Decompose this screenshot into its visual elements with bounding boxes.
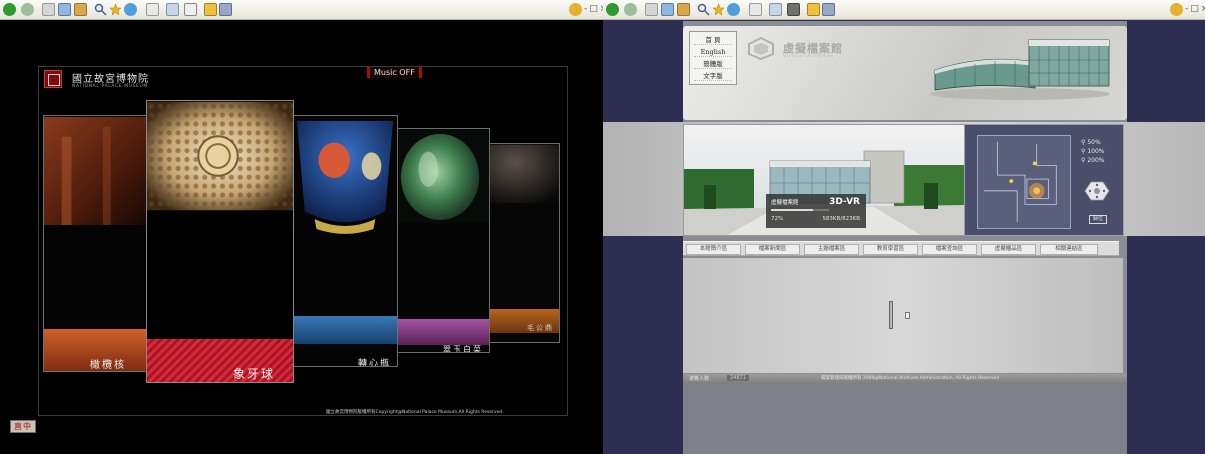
loader-percent: 72% (771, 216, 784, 222)
va-content-area (683, 258, 1123, 373)
npm-brand-name: 國立故宮博物院 (72, 74, 149, 85)
artifact-panel-olive-stone[interactable]: 橄欖核 (43, 115, 153, 372)
search-icon[interactable] (94, 3, 107, 16)
window-controls-icon[interactable]: -□× (584, 4, 603, 14)
vr-navigation-map-panel: ⚲ 50% ⚲ 100% ⚲ 200% 歸位 (964, 124, 1124, 236)
home-icon[interactable] (74, 3, 87, 16)
refresh-icon[interactable] (661, 3, 674, 16)
favorites-star-icon[interactable] (109, 3, 122, 16)
zoom-label: 100% (1087, 148, 1105, 155)
tab-news[interactable]: 檔案新聞區 (745, 244, 800, 255)
zoom-label: 50% (1087, 139, 1101, 146)
mail-icon[interactable] (749, 3, 762, 16)
windows-flag-icon (1170, 3, 1183, 16)
panel-label: 毛公鼎 (527, 324, 554, 332)
browser-toolbar: -□× (603, 0, 1205, 20)
edit-icon[interactable] (787, 3, 800, 16)
ivory-ball-image (147, 101, 293, 211)
va-section-tabs: 本館簡介區 檔案新聞區 主題檔案區 教育學習區 檔案查詢區 虛擬櫃品區 相關連結… (683, 241, 1119, 256)
folder-icon[interactable] (807, 3, 820, 16)
stop-icon[interactable] (42, 3, 55, 16)
forward-icon[interactable] (624, 3, 637, 16)
olive-stone-boat-image (44, 117, 152, 225)
bronze-ding-image (486, 144, 559, 204)
print-icon[interactable] (769, 3, 782, 16)
panel-band (293, 316, 397, 344)
zoom-50-option[interactable]: ⚲ 50% (1081, 139, 1101, 146)
jadeite-cabbage-image (397, 130, 489, 223)
refresh-icon[interactable] (58, 3, 71, 16)
loader-size: 583KB/823KB (822, 216, 860, 222)
archives-building-image (930, 39, 1110, 100)
floor-map[interactable] (977, 135, 1071, 229)
music-toggle-button[interactable]: Music OFF (367, 67, 422, 78)
va-lower-area (683, 384, 1127, 454)
messenger-icon[interactable] (822, 3, 835, 16)
zoom-100-option[interactable]: ⚲ 100% (1081, 148, 1104, 155)
panel-label: 轉心瓶 (357, 359, 391, 367)
tab-education[interactable]: 教育學習區 (863, 244, 918, 255)
loader-mode-label: 3D-VR (829, 197, 860, 207)
media-icon[interactable] (727, 3, 740, 16)
loader-progress-fill (771, 209, 813, 211)
tab-themes[interactable]: 主題檔案區 (804, 244, 859, 255)
va-footer: 瀏覽人數 24871 檔案管理局版權所有 2004@National Archi… (683, 374, 1127, 384)
menu-text-version-link[interactable]: 文字版 (694, 71, 732, 81)
slider-handle[interactable] (889, 301, 893, 329)
favorites-star-icon[interactable] (712, 3, 725, 16)
visitor-counter-label: 瀏覽人數 (689, 376, 710, 382)
window-controls-icon[interactable]: -□× (1185, 4, 1205, 14)
loader-title: 虛擬檔案館 (771, 200, 799, 206)
media-icon[interactable] (124, 3, 137, 16)
slider-tag-icon (905, 312, 910, 319)
va-site-subtitle: Virtual Archives (783, 54, 835, 59)
tab-about[interactable]: 本館簡介區 (686, 244, 741, 255)
npm-logo-icon (44, 70, 62, 88)
menu-english-link[interactable]: English (694, 47, 732, 57)
browser-toolbar: -□× (0, 0, 603, 20)
print-icon[interactable] (166, 3, 179, 16)
loader-progress-track (771, 209, 829, 211)
windows-flag-icon (569, 3, 582, 16)
tab-links[interactable]: 相關連結區 (1040, 244, 1098, 255)
reset-view-button[interactable]: 歸位 (1089, 215, 1107, 224)
messenger-icon[interactable] (219, 3, 232, 16)
edit-icon[interactable] (184, 3, 197, 16)
vr-loading-panel: 虛擬檔案館 3D-VR 72% 583KB/823KB (766, 194, 866, 228)
artifact-panel-jadeite-cabbage[interactable]: 翠玉白菜 (396, 128, 490, 353)
left-browser-window: -□× 國立故宮博物院 NATIONAL PALACE MUSEUM Music… (0, 0, 603, 454)
va-logo-icon (748, 36, 774, 60)
revolving-vase-image (293, 117, 397, 234)
artifact-panel-revolving-vase[interactable]: 轉心瓶 (292, 115, 398, 367)
panel-label: 翠玉白菜 (443, 345, 483, 353)
back-icon[interactable] (606, 3, 619, 16)
zoom-200-option[interactable]: ⚲ 200% (1081, 157, 1104, 164)
mail-icon[interactable] (146, 3, 159, 16)
stop-icon[interactable] (645, 3, 658, 16)
folder-icon[interactable] (204, 3, 217, 16)
visitor-counter: 24871 (727, 375, 749, 381)
npm-brand-name-en: NATIONAL PALACE MUSEUM (72, 84, 148, 89)
va-copyright: 檔案管理局版權所有 2004@National Archives Adminis… (821, 376, 1000, 381)
forward-icon[interactable] (21, 3, 34, 16)
right-browser-window: -□× 首 頁 English 簡體版 文字版 虛擬檔案館 Virtual Ar… (603, 0, 1205, 454)
menu-simplified-link[interactable]: 簡體版 (694, 59, 732, 69)
artifact-panel-maogong-ding[interactable]: 毛公鼎 (485, 143, 560, 343)
tab-search[interactable]: 檔案查詢區 (922, 244, 977, 255)
back-icon[interactable] (3, 3, 16, 16)
panel-label: 橄欖核 (90, 360, 126, 371)
npm-copyright: 國立故宮博物院版權所有Copyright@National Palace Mus… (326, 410, 504, 415)
tab-virtual-exhibit[interactable]: 虛擬櫃品區 (981, 244, 1036, 255)
direction-pad-icon[interactable] (1084, 180, 1110, 202)
va-site-menu: 首 頁 English 簡體版 文字版 (689, 31, 737, 85)
home-icon[interactable] (677, 3, 690, 16)
panel-band (397, 319, 489, 345)
search-icon[interactable] (697, 3, 710, 16)
menu-home-link[interactable]: 首 頁 (694, 35, 732, 45)
language-button[interactable]: 直中 (10, 420, 36, 433)
zoom-label: 200% (1087, 157, 1105, 164)
artifact-panel-ivory-ball[interactable]: 象牙球 (146, 100, 294, 383)
panel-label: 象牙球 (232, 367, 275, 381)
